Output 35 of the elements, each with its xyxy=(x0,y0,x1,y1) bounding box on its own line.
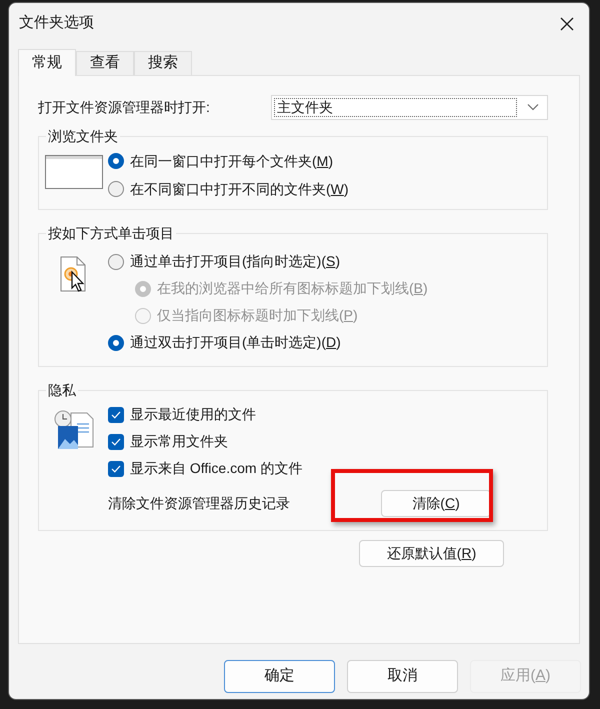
option-label[interactable]: 在同一窗口中打开每个文件夹(M) xyxy=(130,150,334,172)
radio-button[interactable] xyxy=(108,334,124,350)
window-title: 文件夹选项 xyxy=(19,12,94,33)
radio-button[interactable] xyxy=(108,153,124,169)
tab[interactable]: 查看 xyxy=(76,51,134,75)
checkbox[interactable] xyxy=(108,460,124,476)
file-cursor-icon xyxy=(60,256,88,294)
group-title: 浏览文件夹 xyxy=(46,127,120,145)
restore-defaults-button[interactable]: 还原默认值(R) xyxy=(359,540,504,567)
checkbox[interactable] xyxy=(108,406,124,422)
option-label[interactable]: 显示常用文件夹 xyxy=(130,431,228,452)
group-title: 隐私 xyxy=(46,381,78,399)
clear-button[interactable]: 清除(C) xyxy=(381,490,491,516)
option-label[interactable]: 通过双击打开项目(单击时选定)(D) xyxy=(130,332,341,353)
option-label[interactable]: 通过单击打开项目(指向时选定)(S) xyxy=(130,251,340,272)
dialog-button[interactable]: 确定 xyxy=(224,660,335,693)
option-label[interactable]: 显示最近使用的文件 xyxy=(130,404,256,425)
checkbox[interactable] xyxy=(108,434,124,450)
privacy-icon xyxy=(52,409,94,451)
check-icon xyxy=(111,410,121,418)
window-icon xyxy=(44,155,102,189)
dropdown[interactable]: 主文件夹 xyxy=(271,94,548,120)
check-icon xyxy=(111,438,121,446)
group-title: 按如下方式单击项目 xyxy=(46,224,176,242)
dialog-button[interactable]: 取消 xyxy=(347,660,458,693)
close-icon xyxy=(560,17,574,32)
radio-button[interactable] xyxy=(108,181,124,197)
option-label[interactable]: 显示来自 Office.com 的文件 xyxy=(130,458,302,479)
tab[interactable]: 搜索 xyxy=(134,51,192,75)
field-label: 打开文件资源管理器时打开: xyxy=(38,98,211,116)
check-icon xyxy=(111,464,121,472)
action-label: 清除文件资源管理器历史记录 xyxy=(108,494,291,512)
radio-button[interactable] xyxy=(108,254,124,270)
tab[interactable]: 常规 xyxy=(18,49,76,76)
option-label[interactable]: 在不同窗口中打开不同的文件夹(W) xyxy=(130,178,349,200)
